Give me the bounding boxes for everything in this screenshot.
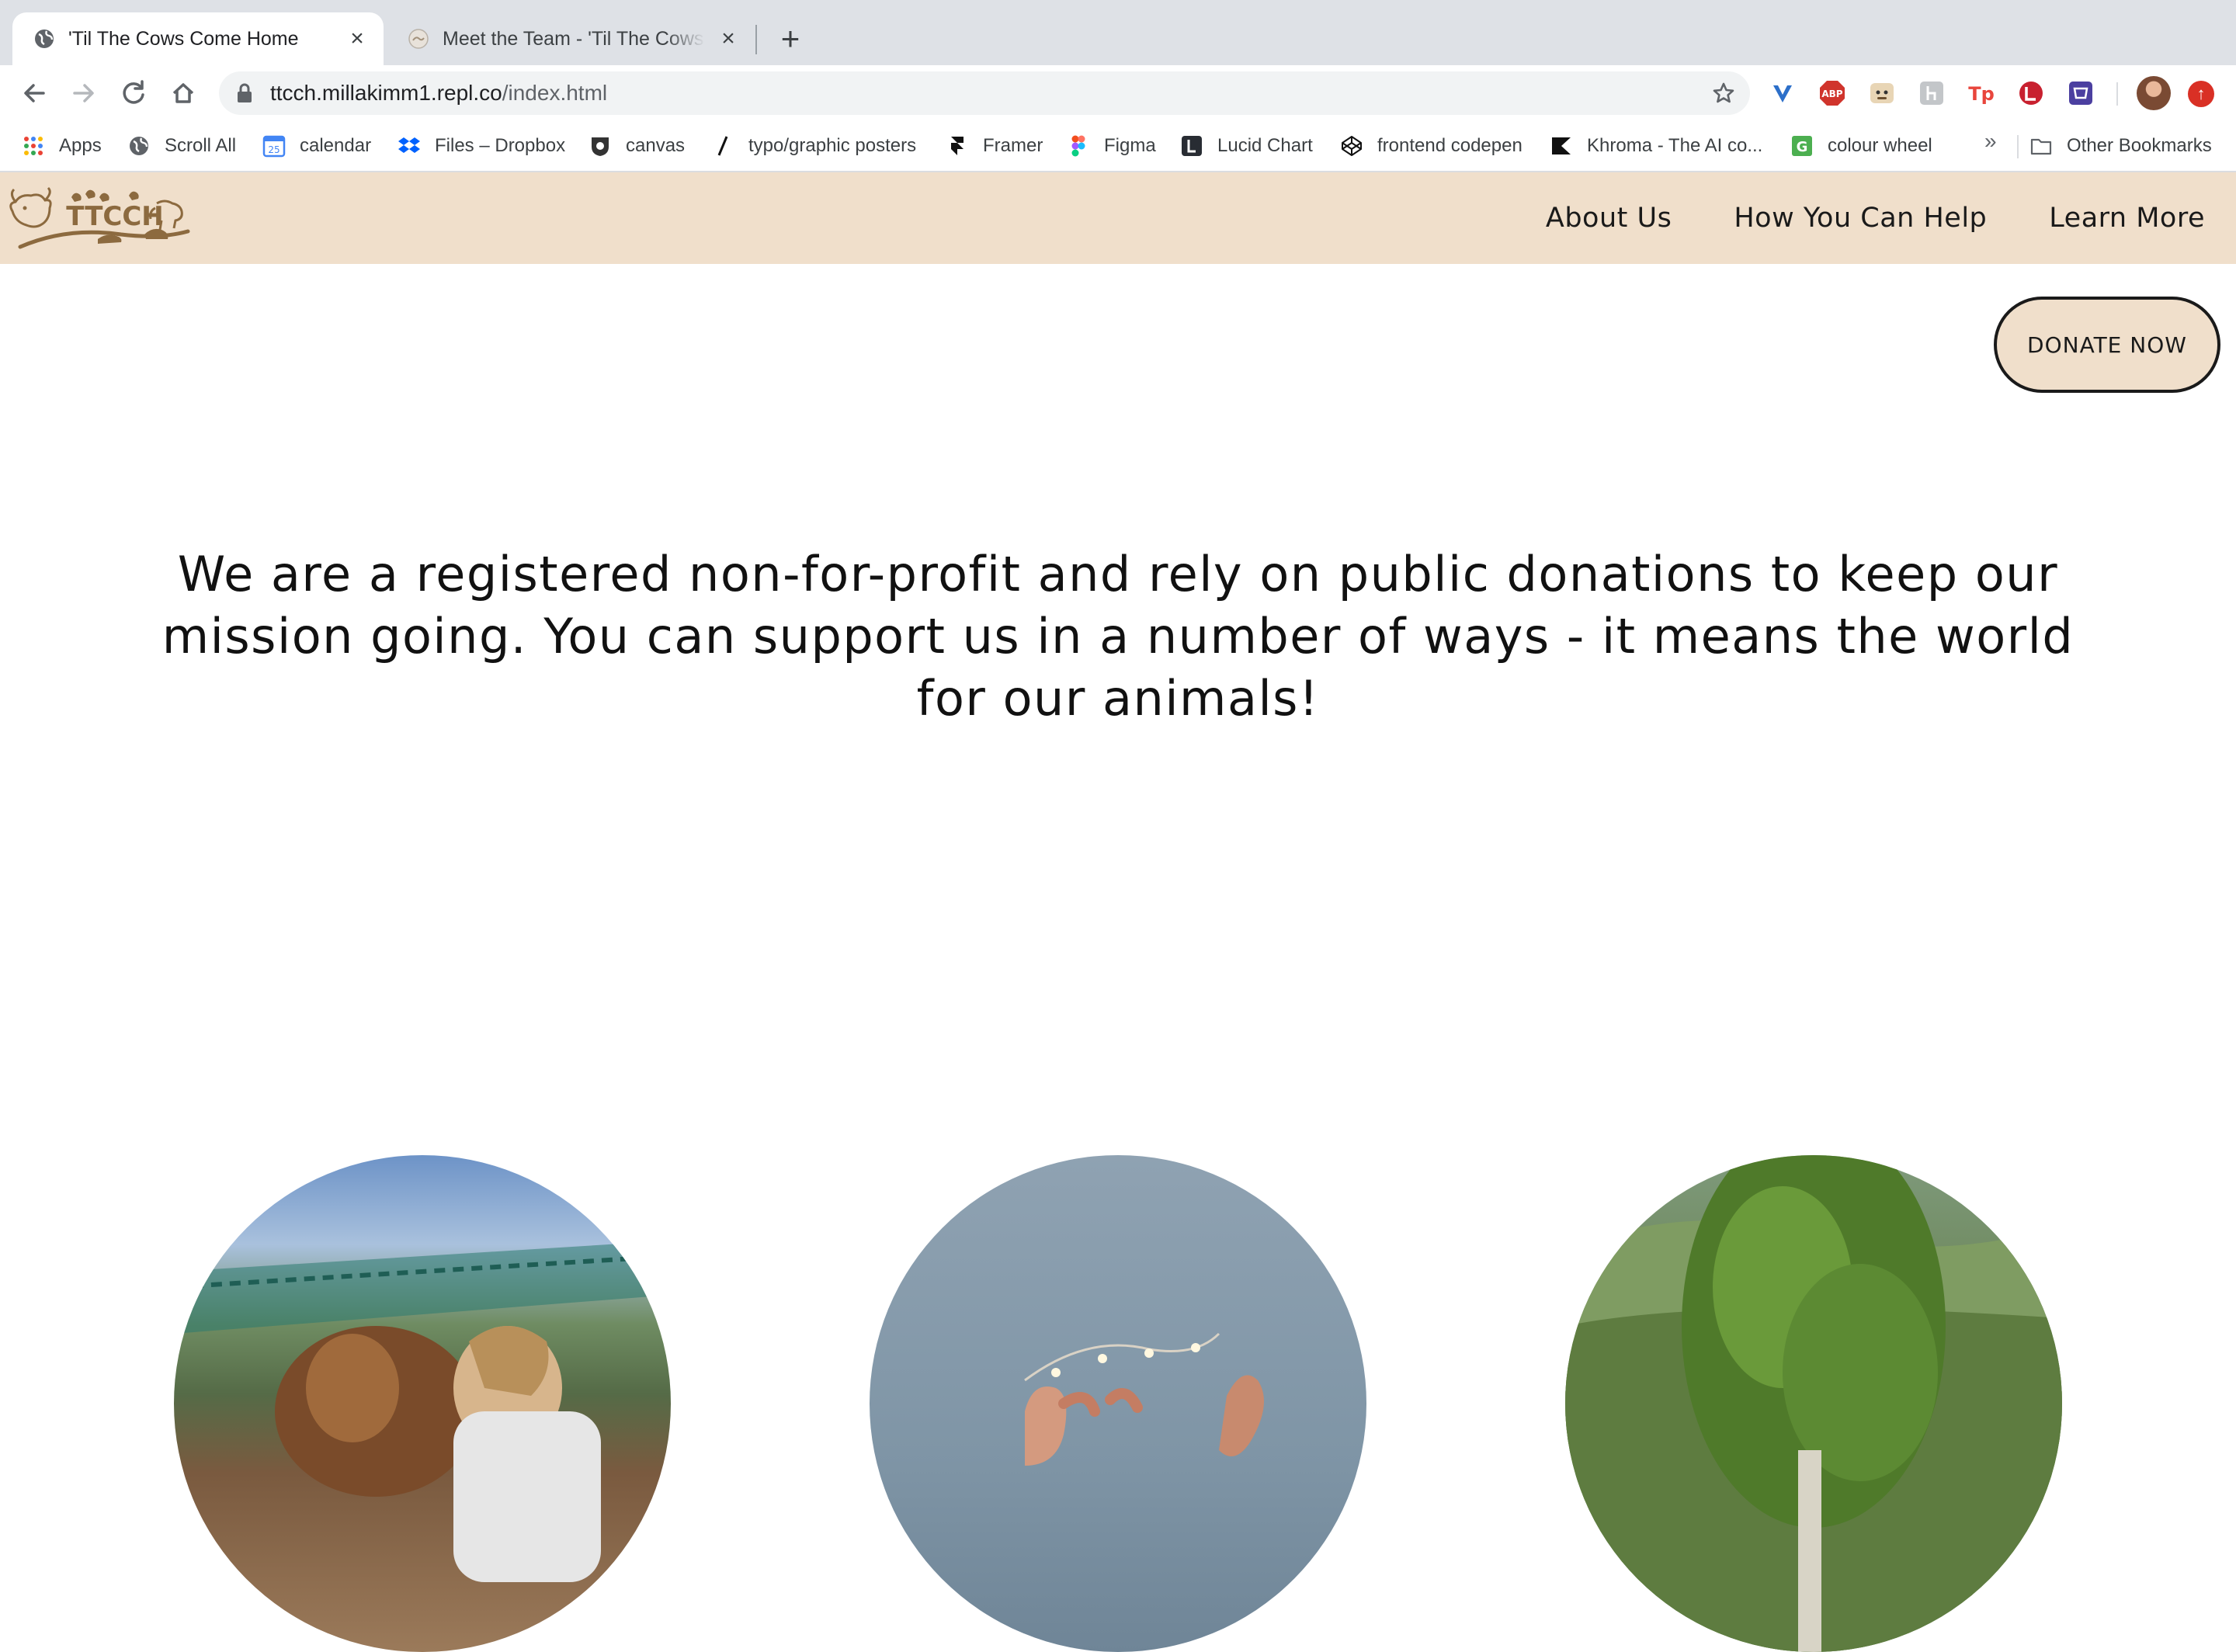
reload-icon[interactable] <box>115 75 152 112</box>
bookmark-label: Lucid Chart <box>1217 135 1313 156</box>
tab-strip: 'Til The Cows Come Home × Meet the Team … <box>0 0 2236 65</box>
svg-text:25: 25 <box>268 144 280 155</box>
tab-inactive[interactable]: Meet the Team - 'Til The Cows C × <box>387 12 755 65</box>
codepen-icon <box>1342 136 1362 156</box>
bookmark-label: colour wheel <box>1828 135 1932 156</box>
dropbox-icon <box>398 137 420 153</box>
browser-toolbar: ttcch.millakimm1.repl.co/index.html ABP … <box>0 65 2236 121</box>
hands-lights-photo-art <box>1024 1332 1264 1466</box>
close-tab-icon[interactable]: × <box>717 27 739 50</box>
lastpass-icon[interactable] <box>2017 79 2045 107</box>
tp-icon[interactable]: Tp <box>1967 79 1995 107</box>
svg-text:G: G <box>1797 139 1808 155</box>
bookmark-label: Khroma - The AI co... <box>1587 135 1763 156</box>
bookmarks-separator <box>2017 135 2019 158</box>
bookmark-calendar[interactable]: 25 calendar <box>262 121 371 171</box>
lock-icon[interactable] <box>236 83 253 103</box>
bookmark-framer[interactable]: Framer <box>946 121 1043 171</box>
svg-text:Tp: Tp <box>1968 83 1995 105</box>
bookmark-label: frontend codepen <box>1377 135 1522 156</box>
bookmark-scroll-all[interactable]: Scroll All <box>127 121 236 171</box>
bookmark-other[interactable]: Other Bookmarks <box>2029 121 2212 171</box>
tree-field-photo <box>1565 1155 2062 1652</box>
ttcch-logo[interactable]: TTCCH <box>5 180 199 258</box>
extension-gray-icon[interactable] <box>1918 79 1946 107</box>
tab-separator <box>755 25 757 54</box>
shopping-icon[interactable] <box>2067 79 2095 107</box>
site-favicon-icon <box>408 29 429 49</box>
bookmark-label: Files – Dropbox <box>435 135 566 156</box>
bookmarks-overflow-chevron[interactable]: » <box>1984 129 1997 154</box>
bookmark-label: canvas <box>626 135 686 156</box>
new-tab-plus-icon[interactable]: + <box>773 22 807 56</box>
bookmark-label: Framer <box>983 135 1043 156</box>
figma-icon <box>1071 135 1085 157</box>
slash-icon <box>717 136 728 156</box>
close-tab-icon[interactable]: × <box>346 27 368 50</box>
vimium-icon[interactable] <box>1769 79 1797 107</box>
apps-grid-icon <box>24 137 43 155</box>
mission-statement: We are a registered non-for-profit and r… <box>161 546 2075 727</box>
bookmark-codepen[interactable]: frontend codepen <box>1340 121 1522 171</box>
tab-title: Meet the Team - 'Til The Cows C <box>443 28 705 50</box>
url-path: /index.html <box>502 81 608 105</box>
bookmark-label: Scroll All <box>165 135 237 156</box>
framer-icon <box>951 137 963 155</box>
calf-photo-art <box>174 1241 671 1582</box>
extension-face-icon[interactable] <box>1868 79 1896 107</box>
bookmark-posters[interactable]: typo/graphic posters <box>711 121 916 171</box>
bookmarks-bar: Apps Scroll All 25 calendar Files – Drop… <box>0 121 2236 172</box>
globe-icon <box>130 137 148 155</box>
forward-arrow-icon[interactable] <box>65 75 102 112</box>
calendar-icon: 25 <box>262 135 286 158</box>
g-icon: G <box>1792 136 1812 156</box>
bookmark-label: calendar <box>300 135 372 156</box>
svg-text:ABP: ABP <box>1821 88 1842 99</box>
url-text: ttcch.millakimm1.repl.co/index.html <box>270 71 607 115</box>
bookmark-lucid-chart[interactable]: Lucid Chart <box>1180 121 1313 171</box>
tab-title: 'Til The Cows Come Home <box>68 28 299 50</box>
bookmark-label: Figma <box>1104 135 1156 156</box>
main-nav: About Us How You Can Help Learn More <box>1484 172 2205 264</box>
lucid-icon <box>1182 136 1202 156</box>
update-icon[interactable]: ↑ <box>2188 81 2214 107</box>
bookmark-label: Other Bookmarks <box>2067 135 2212 156</box>
donate-now-button[interactable]: DONATE NOW <box>1994 297 2220 393</box>
bookmark-label: typo/graphic posters <box>748 135 917 156</box>
nav-how-you-can-help[interactable]: How You Can Help <box>1734 203 1987 234</box>
profile-avatar[interactable] <box>2137 76 2171 110</box>
calf-photo <box>174 1155 671 1652</box>
bookmark-khroma[interactable]: Khroma - The AI co... <box>1550 121 1762 171</box>
url-host: ttcch.millakimm1.repl.co <box>270 81 502 105</box>
hands-lights-photo <box>870 1155 1366 1652</box>
canvas-icon <box>592 137 609 156</box>
bookmark-label: Apps <box>59 135 102 156</box>
globe-icon <box>35 30 54 48</box>
bookmark-figma[interactable]: Figma <box>1067 121 1156 171</box>
bookmark-apps[interactable]: Apps <box>22 121 102 171</box>
khroma-icon <box>1552 137 1571 154</box>
toolbar-separator <box>2116 82 2118 106</box>
tab-active[interactable]: 'Til The Cows Come Home × <box>12 12 384 65</box>
nav-learn-more[interactable]: Learn More <box>2049 203 2205 234</box>
bookmark-star-icon[interactable] <box>1711 81 1736 106</box>
back-arrow-icon[interactable] <box>16 75 53 112</box>
bookmark-colour-wheel[interactable]: G colour wheel <box>1790 121 1932 171</box>
home-icon[interactable] <box>165 75 202 112</box>
adblock-icon[interactable]: ABP <box>1818 79 1846 107</box>
bookmark-dropbox[interactable]: Files – Dropbox <box>398 121 565 171</box>
folder-icon <box>2030 138 2052 155</box>
site-header: TTCCH About Us How You Can Help Learn Mo… <box>0 172 2236 264</box>
tree-field-photo-art <box>1565 1155 2062 1652</box>
nav-about-us[interactable]: About Us <box>1546 203 1672 234</box>
address-bar[interactable]: ttcch.millakimm1.repl.co/index.html <box>219 71 1750 115</box>
bookmark-canvas[interactable]: canvas <box>589 121 685 171</box>
logo-text: TTCCH <box>66 201 164 232</box>
